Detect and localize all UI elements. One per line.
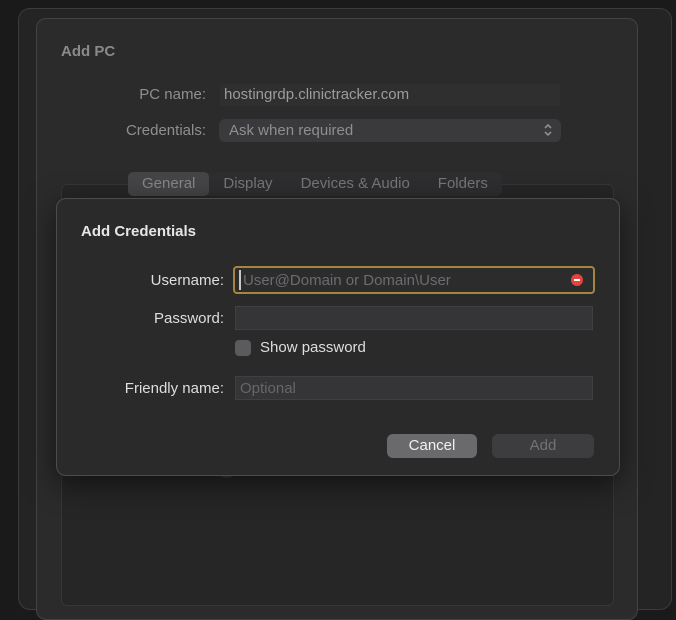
add-credentials-dialog: Add Credentials Username: Password: Show… (56, 198, 620, 476)
credentials-select[interactable]: Ask when required (219, 119, 561, 142)
cancel-button[interactable]: Cancel (387, 434, 477, 458)
pc-name-label: PC name: (139, 86, 206, 103)
add-button[interactable]: Add (492, 434, 594, 458)
credentials-select-value: Ask when required (229, 122, 354, 139)
username-input[interactable] (239, 270, 563, 290)
tab-devices-audio[interactable]: Devices & Audio (287, 172, 424, 196)
friendly-name-label: Friendly name: (124, 380, 224, 397)
username-label: Username: (150, 272, 224, 289)
username-field (233, 266, 595, 294)
tab-display[interactable]: Display (209, 172, 286, 196)
show-password-checkbox[interactable] (235, 340, 251, 356)
error-badge-icon[interactable] (571, 274, 583, 286)
password-label: Password: (153, 310, 224, 327)
friendly-name-input[interactable] (235, 376, 593, 400)
pc-name-field[interactable]: hostingrdp.clinictracker.com (220, 84, 560, 106)
add-pc-title: Add PC (61, 43, 116, 60)
tab-folders[interactable]: Folders (424, 172, 502, 196)
tab-bar: General Display Devices & Audio Folders (128, 172, 502, 196)
credentials-label: Credentials: (125, 122, 206, 139)
password-input[interactable] (235, 306, 593, 330)
up-down-chevron-icon (544, 123, 552, 137)
dialog-title: Add Credentials (81, 223, 197, 240)
tab-general[interactable]: General (128, 172, 210, 196)
show-password-label[interactable]: Show password (260, 339, 366, 356)
